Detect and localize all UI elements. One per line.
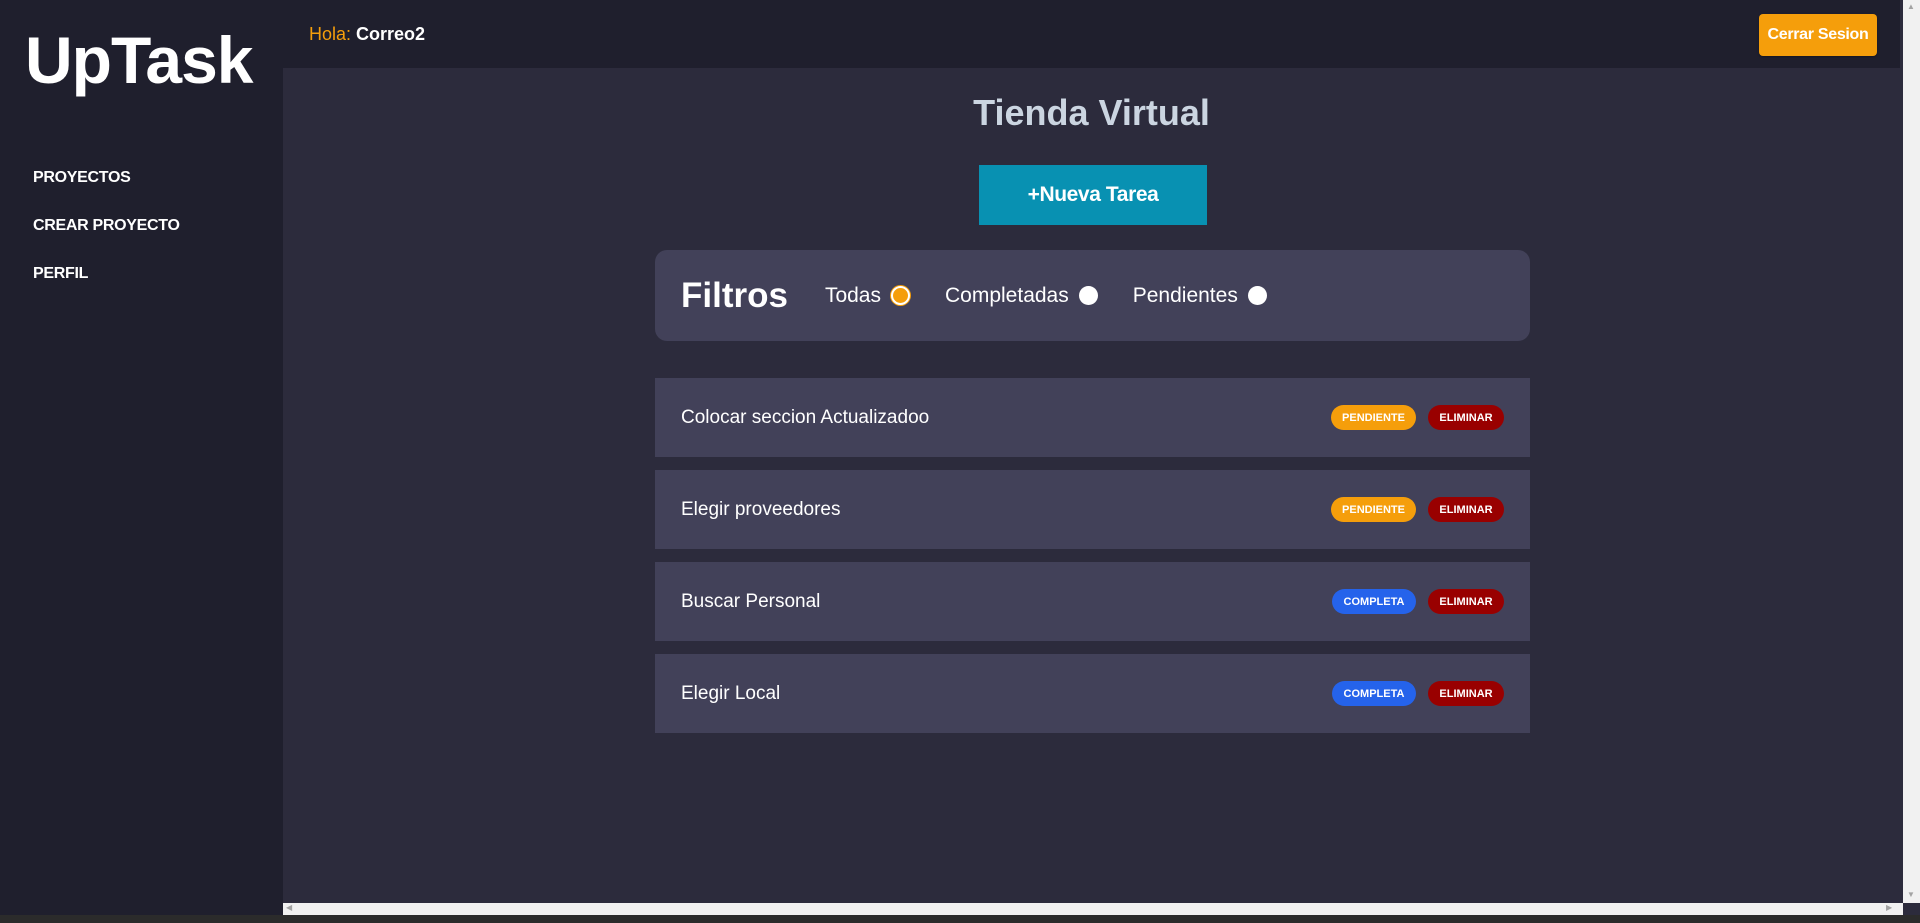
delete-task-button[interactable]: ELIMINAR (1428, 681, 1504, 706)
task-item: Buscar Personal COMPLETA ELIMINAR (655, 562, 1530, 641)
page-title: Tienda Virtual (973, 92, 1210, 133)
filter-radio-todas[interactable] (891, 286, 910, 305)
user-greeting: Hola: Correo2 (309, 24, 425, 45)
task-status-button[interactable]: COMPLETA (1332, 589, 1416, 614)
os-taskbar (0, 915, 1920, 923)
filter-option-completadas[interactable]: Completadas (945, 284, 1098, 308)
delete-task-button[interactable]: ELIMINAR (1428, 589, 1504, 614)
filter-option-todas[interactable]: Todas (825, 284, 910, 308)
filter-label: Completadas (945, 283, 1069, 307)
sidebar: UpTask PROYECTOS CREAR PROYECTO PERFIL (0, 0, 283, 923)
task-name[interactable]: Colocar seccion Actualizadoo (681, 407, 1331, 429)
task-status-button[interactable]: COMPLETA (1332, 681, 1416, 706)
task-item: Colocar seccion Actualizadoo PENDIENTE E… (655, 378, 1530, 457)
task-status-button[interactable]: PENDIENTE (1331, 497, 1416, 522)
horizontal-scrollbar[interactable]: ◀ ▶ (283, 903, 1903, 915)
greeting-prefix: Hola: (309, 24, 352, 44)
sidebar-item-proyectos[interactable]: PROYECTOS (33, 166, 180, 214)
new-task-button[interactable]: +Nueva Tarea (979, 165, 1207, 225)
task-item: Elegir proveedores PENDIENTE ELIMINAR (655, 470, 1530, 549)
filter-radio-completadas[interactable] (1078, 286, 1098, 305)
delete-task-button[interactable]: ELIMINAR (1428, 405, 1504, 430)
delete-task-button[interactable]: ELIMINAR (1428, 497, 1504, 522)
task-name[interactable]: Elegir proveedores (681, 499, 1331, 521)
app: UpTask PROYECTOS CREAR PROYECTO PERFIL H… (0, 0, 1920, 923)
filters-title: Filtros (681, 275, 788, 315)
filter-radio-pendientes[interactable] (1247, 286, 1267, 305)
scroll-up-icon[interactable]: ▲ (1907, 2, 1915, 11)
sidebar-nav: PROYECTOS CREAR PROYECTO PERFIL (33, 166, 180, 310)
scroll-left-icon[interactable]: ◀ (286, 903, 292, 912)
scroll-right-icon[interactable]: ▶ (1886, 903, 1892, 912)
task-name[interactable]: Elegir Local (681, 683, 1332, 705)
task-list: Colocar seccion Actualizadoo PENDIENTE E… (655, 378, 1530, 746)
scroll-down-icon[interactable]: ▼ (1907, 890, 1915, 899)
sidebar-item-perfil[interactable]: PERFIL (33, 262, 180, 310)
top-bar: Hola: Correo2 Cerrar Sesion (283, 0, 1900, 68)
task-status-button[interactable]: PENDIENTE (1331, 405, 1416, 430)
filter-option-pendientes[interactable]: Pendientes (1133, 284, 1267, 308)
task-name[interactable]: Buscar Personal (681, 591, 1332, 613)
filter-label: Todas (824, 283, 881, 307)
filters-panel: Filtros Todas Completadas Pendientes (655, 250, 1530, 341)
user-name: Correo2 (356, 24, 426, 44)
main-content: Tienda Virtual +Nueva Tarea Filtros Toda… (283, 68, 1900, 903)
logout-button[interactable]: Cerrar Sesion (1759, 14, 1877, 56)
task-item: Elegir Local COMPLETA ELIMINAR (655, 654, 1530, 733)
app-logo[interactable]: UpTask (25, 22, 254, 98)
filter-label: Pendientes (1132, 283, 1238, 307)
sidebar-item-crear-proyecto[interactable]: CREAR PROYECTO (33, 214, 180, 262)
vertical-scrollbar[interactable]: ▲ ▼ (1903, 0, 1920, 903)
